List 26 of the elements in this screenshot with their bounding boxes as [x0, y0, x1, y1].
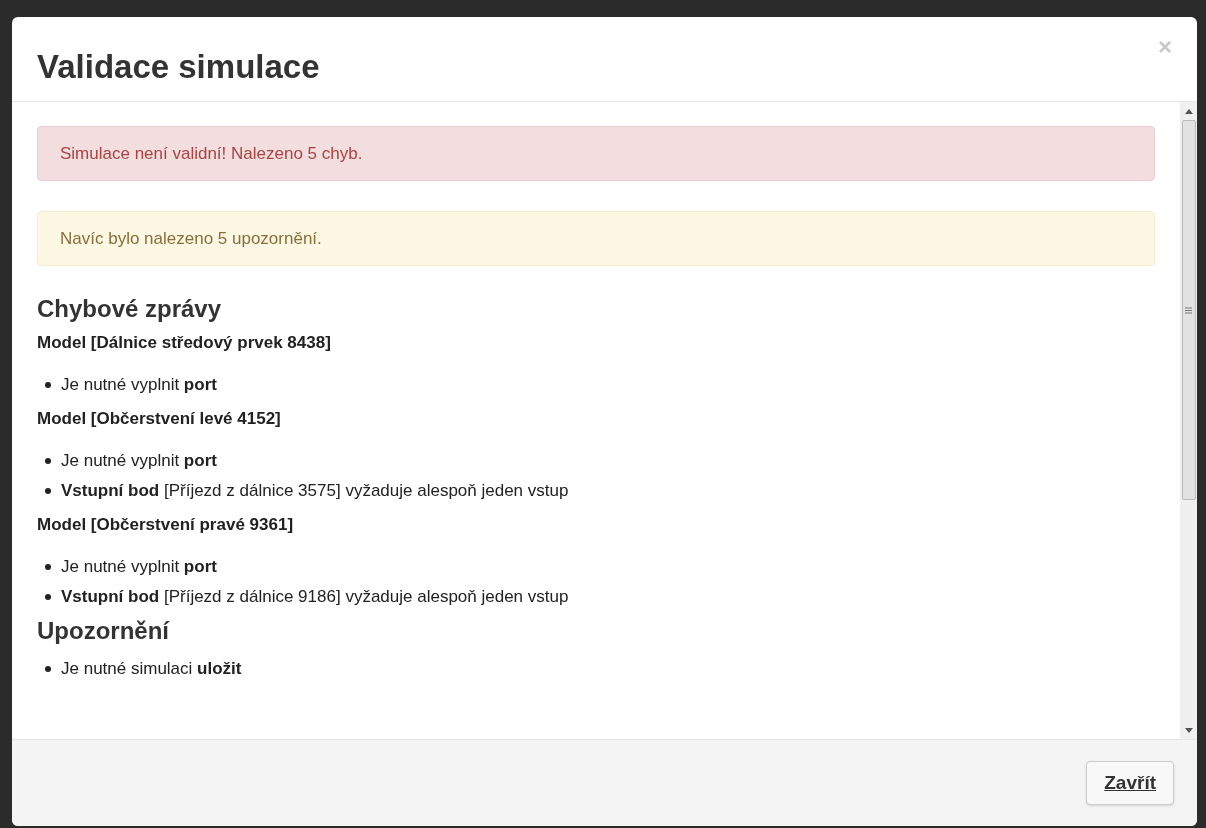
bullet-icon: [45, 666, 51, 672]
alert-message: Navíc bylo nalezeno 5 upozornění.: [37, 211, 1155, 266]
model-title: Model [Občerstvení pravé 9361]: [37, 514, 295, 536]
message-text: Je nutné simulaci uložit: [61, 658, 242, 680]
alert-message: Simulace není validní! Nalezeno 5 chyb.: [37, 126, 1155, 181]
message-text: Vstupní bod [Příjezd z dálnice 3575] vyžaduje alespoň jeden vstup: [61, 480, 569, 502]
bullet-icon: [45, 488, 51, 494]
scroll-up-icon[interactable]: [1184, 109, 1193, 114]
bullet-icon: [45, 382, 51, 388]
scrollbar-thumb[interactable]: [1181, 120, 1196, 500]
bullet-icon: [45, 564, 51, 570]
close-dialog-button[interactable]: Zavřít: [1086, 761, 1174, 805]
model-title: Model [Dálnice středový prvek 8438]: [37, 332, 332, 354]
scrollbar[interactable]: [1180, 102, 1197, 739]
bullet-icon: [45, 458, 51, 464]
message-text: Je nutné vyplnit port: [61, 374, 217, 396]
message-text: Je nutné vyplnit port: [61, 450, 217, 472]
scroll-down-icon[interactable]: [1184, 728, 1193, 733]
bullet-icon: [45, 594, 51, 600]
message-text: Vstupní bod [Příjezd z dálnice 9186] vyžaduje alespoň jeden vstup: [61, 586, 569, 608]
model-title: Model [Občerstvení levé 4152]: [37, 408, 282, 430]
grip-icon: [1185, 306, 1192, 314]
message-text: Je nutné vyplnit port: [61, 556, 217, 578]
section-heading: Chybové zprávy: [37, 294, 223, 324]
dialog-title: Validace simulace: [37, 48, 320, 86]
section-heading: Upozornění: [37, 616, 171, 646]
